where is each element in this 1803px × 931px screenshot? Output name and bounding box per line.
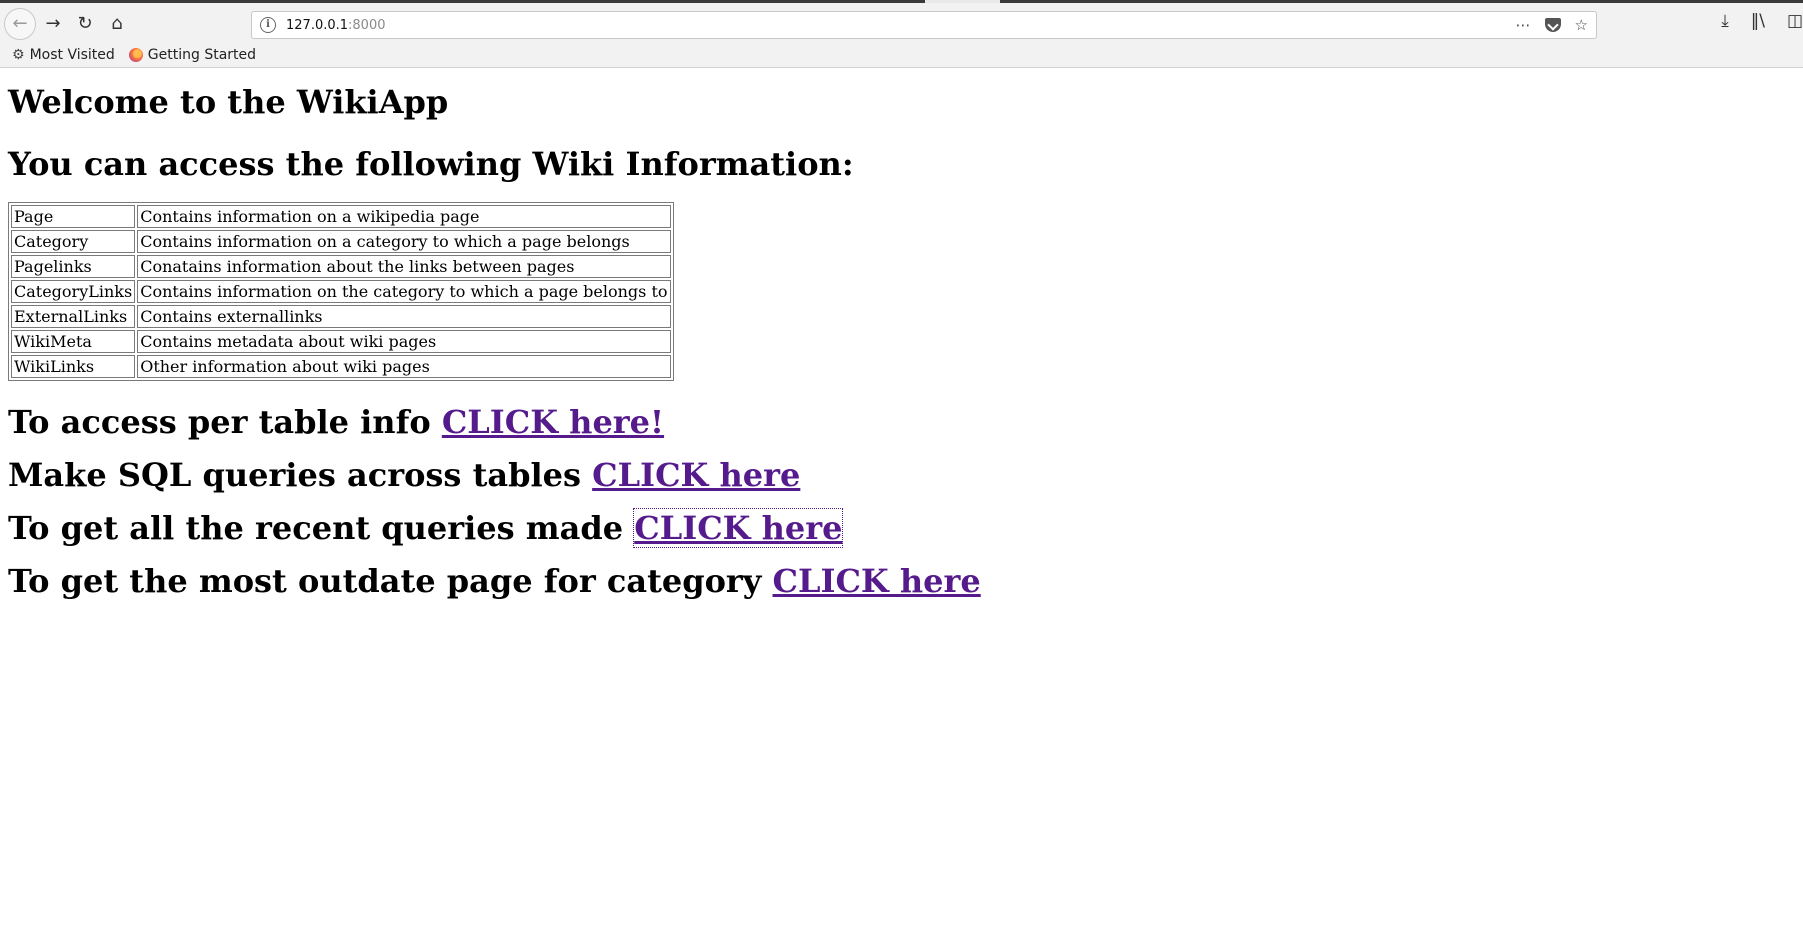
table-cell-name: Page (11, 205, 136, 228)
table-cell-name: ExternalLinks (11, 305, 136, 328)
url-actions: ⋯ ☆ (1516, 16, 1588, 34)
url-bar[interactable]: i 127.0.0.1:8000 ⋯ ☆ (251, 11, 1597, 39)
table-cell-description: Contains information on a category to wh… (137, 230, 671, 253)
line-text: Make SQL queries across tables (8, 456, 593, 494)
reload-icon: ↻ (77, 13, 93, 34)
table-cell-description: Other information about wiki pages (137, 355, 671, 378)
bookmark-star-icon[interactable]: ☆ (1575, 16, 1588, 34)
wiki-info-table: Page Contains information on a wikipedia… (8, 202, 674, 381)
bookmark-label: Getting Started (147, 47, 257, 63)
gear-icon: ⚙ (12, 47, 25, 63)
table-cell-name: WikiMeta (11, 330, 136, 353)
downloads-icon[interactable]: ⤓ (1721, 11, 1729, 31)
firefox-icon (128, 48, 143, 62)
table-row: Category Contains information on a categ… (11, 230, 671, 253)
page-title: Welcome to the WikiApp (8, 83, 449, 121)
recent-queries-link[interactable]: CLICK here (633, 508, 844, 548)
outdated-page-link[interactable]: CLICK here (773, 562, 981, 600)
table-row: Page Contains information on a wikipedia… (11, 205, 671, 228)
bookmarks-toolbar: ⚙ Most Visited Getting Started (0, 43, 1803, 68)
table-row: ExternalLinks Contains externallinks (11, 305, 671, 328)
page-actions-icon[interactable]: ⋯ (1516, 16, 1531, 34)
site-info-icon[interactable]: i (260, 17, 276, 33)
back-arrow-icon: ← (12, 13, 28, 34)
table-row: CategoryLinks Contains information on th… (11, 280, 671, 303)
line-text: To get the most outdate page for categor… (8, 562, 773, 600)
table-row: WikiLinks Other information about wiki p… (11, 355, 671, 378)
table-cell-description: Contains externallinks (137, 305, 671, 328)
page-content: Welcome to the WikiApp You can access th… (0, 83, 1803, 600)
table-info-link[interactable]: CLICK here! (442, 403, 664, 441)
home-button[interactable]: ⌂ (104, 11, 130, 37)
outdated-page-line: To get the most outdate page for categor… (8, 562, 1795, 600)
table-cell-name: CategoryLinks (11, 280, 136, 303)
navigation-toolbar: ← → ↻ ⌂ i 127.0.0.1:8000 ⋯ ☆ ⤓ ‖\ ◫ (0, 3, 1803, 43)
bookmark-getting-started[interactable]: Getting Started (128, 47, 257, 63)
table-cell-name: Category (11, 230, 136, 253)
bookmark-most-visited[interactable]: ⚙ Most Visited (12, 47, 115, 63)
line-text: To access per table info (8, 403, 442, 441)
table-cell-description: Contains information on a wikipedia page (137, 205, 671, 228)
table-cell-description: Contains metadata about wiki pages (137, 330, 671, 353)
table-row: Pagelinks Conatains information about th… (11, 255, 671, 278)
url-host: 127.0.0.1 (286, 17, 349, 33)
page-subtitle: You can access the following Wiki Inform… (8, 145, 854, 183)
table-cell-description: Conatains information about the links be… (137, 255, 671, 278)
sql-queries-link[interactable]: CLICK here (592, 456, 800, 494)
toolbar-right: ⤓ ‖\ ◫ (1721, 11, 1803, 31)
url-port: :8000 (348, 17, 386, 33)
back-button[interactable]: ← (4, 8, 36, 40)
home-icon: ⌂ (111, 13, 123, 34)
sidebar-icon[interactable]: ◫ (1787, 11, 1803, 31)
sql-queries-line: Make SQL queries across tables CLICK her… (8, 456, 1795, 494)
bookmark-label: Most Visited (29, 47, 115, 63)
table-info-line: To access per table info CLICK here! (8, 403, 1795, 441)
library-icon[interactable]: ‖\ (1751, 11, 1765, 31)
pocket-icon[interactable] (1544, 18, 1561, 32)
table-cell-description: Contains information on the category to … (137, 280, 671, 303)
table-row: WikiMeta Contains metadata about wiki pa… (11, 330, 671, 353)
table-cell-name: WikiLinks (11, 355, 136, 378)
line-text: To get all the recent queries made (8, 509, 635, 547)
forward-arrow-icon: → (45, 13, 61, 34)
forward-button[interactable]: → (40, 11, 66, 37)
reload-button[interactable]: ↻ (72, 11, 98, 37)
table-cell-name: Pagelinks (11, 255, 136, 278)
recent-queries-line: To get all the recent queries made CLICK… (8, 508, 1795, 548)
